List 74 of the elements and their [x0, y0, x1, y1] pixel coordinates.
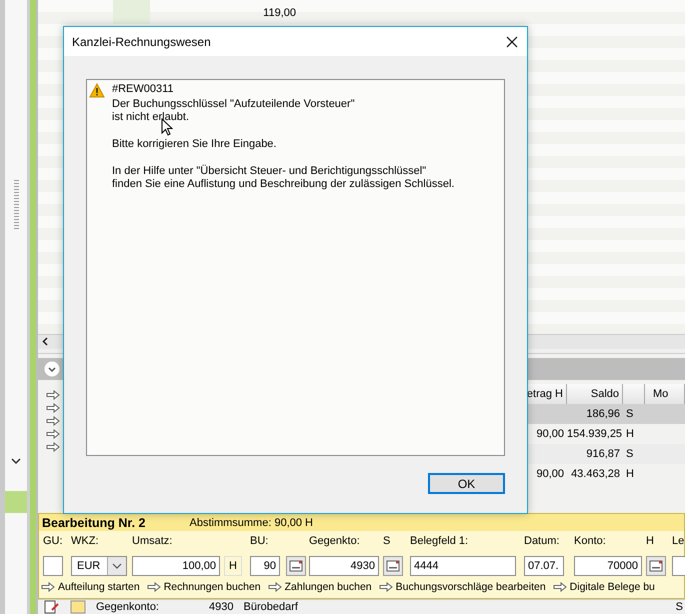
message-text: Bitte korrigieren Sie Ihre Eingabe.	[112, 138, 278, 151]
action-link[interactable]: Aufteilung starten	[58, 581, 140, 594]
warning-icon	[89, 83, 105, 98]
edit-document-icon[interactable]	[44, 600, 60, 614]
account-name: Bürobedarf	[243, 601, 298, 613]
arrow-right-icon	[46, 390, 60, 400]
action-link[interactable]: Rechnungen buchen	[164, 581, 261, 594]
lookup-button[interactable]	[383, 556, 403, 576]
ok-button[interactable]: OK	[428, 473, 505, 494]
table-cell: S	[626, 448, 634, 460]
arrow-right-icon	[46, 442, 60, 452]
table-cell: H	[626, 468, 634, 480]
input-field[interactable]: 4930	[309, 556, 379, 576]
arrow-right-icon	[41, 582, 55, 592]
table-cell: 154.939,25	[567, 428, 622, 440]
arrow-right-icon	[46, 416, 60, 426]
table-cell: S	[626, 408, 634, 420]
side-indicator: S	[676, 601, 684, 613]
table-cell: 43.463,28	[571, 468, 620, 480]
arrow-right-icon	[46, 402, 60, 413]
field-label: Gegenkto:	[309, 535, 360, 548]
field-label: GU:	[43, 535, 63, 548]
lookup-button[interactable]	[646, 556, 666, 576]
arrow-right-icon	[146, 582, 161, 592]
close-icon[interactable]	[506, 36, 518, 48]
field-label: Umsatz:	[132, 535, 172, 548]
input-field[interactable]: 4444	[410, 556, 516, 576]
card-icon[interactable]	[289, 560, 303, 572]
collapse-icon[interactable]	[44, 360, 60, 377]
account-number: 4930	[209, 601, 234, 613]
card-icon[interactable]	[649, 560, 663, 572]
input-field[interactable]: 70000	[574, 556, 642, 576]
input-field[interactable]: 07.07.	[524, 556, 564, 576]
status-label: Gegenkonto:	[96, 601, 159, 613]
field-label: H	[646, 535, 654, 548]
message-text: In der Hilfe unter "Übersicht Steuer- und Berichtigungsschlüssel" finden Sie eine Auflistung und Beschreibung der zulässigen Schlüssel.	[112, 165, 454, 191]
column-header[interactable]: Mo	[645, 384, 685, 404]
field-label: S	[383, 535, 390, 548]
table-cell: 90,00	[536, 468, 564, 480]
currency-dropdown[interactable]: EUR	[71, 556, 127, 576]
amount-cell-text: 119,00	[262, 6, 296, 21]
table-cell: H	[626, 428, 634, 440]
field-label: BU:	[250, 535, 268, 548]
balance-summary: Abstimmsumme: 90,00 H	[190, 516, 313, 529]
column-header[interactable]: Saldo	[567, 384, 623, 404]
arrow-right-icon	[268, 582, 282, 592]
table-cell: 916,87	[586, 448, 620, 460]
error-code: #REW00311	[112, 83, 175, 96]
field-label: Konto:	[574, 535, 606, 548]
field-label: Belegfeld 1:	[410, 535, 468, 548]
highlighted-column	[113, 0, 150, 24]
field-label: Le	[672, 535, 684, 548]
arrow-right-icon	[552, 582, 567, 592]
message-text: Der Buchungsschlüssel "Aufzuteilende Vorsteuer" ist nicht erlaubt.	[112, 98, 356, 124]
chevron-down-icon[interactable]	[11, 458, 21, 465]
card-icon[interactable]	[386, 560, 400, 572]
dialog-title: Kanzlei-Rechnungswesen	[72, 34, 211, 48]
table-cell: 90,00	[536, 428, 564, 440]
action-link[interactable]: Digitale Belege bu	[570, 581, 655, 594]
scroll-left-icon[interactable]	[42, 337, 48, 346]
side-field: H	[224, 556, 242, 576]
field-label: Datum:	[524, 535, 560, 548]
table-cell: 186,96	[586, 408, 620, 420]
lookup-button[interactable]	[286, 556, 306, 576]
input-field[interactable]: 90	[250, 556, 280, 576]
panel-title: Bearbeitung Nr. 2	[42, 516, 146, 530]
input-field[interactable]	[43, 556, 63, 576]
action-link[interactable]: Zahlungen buchen	[284, 581, 372, 594]
arrow-right-icon	[46, 428, 60, 439]
input-field[interactable]: 100,00	[132, 556, 220, 576]
field-label: WKZ:	[71, 535, 98, 548]
arrow-right-icon	[378, 582, 393, 592]
chevron-down-icon[interactable]	[112, 563, 122, 570]
action-link[interactable]: Buchungsvorschläge bearbeiten	[396, 581, 546, 594]
